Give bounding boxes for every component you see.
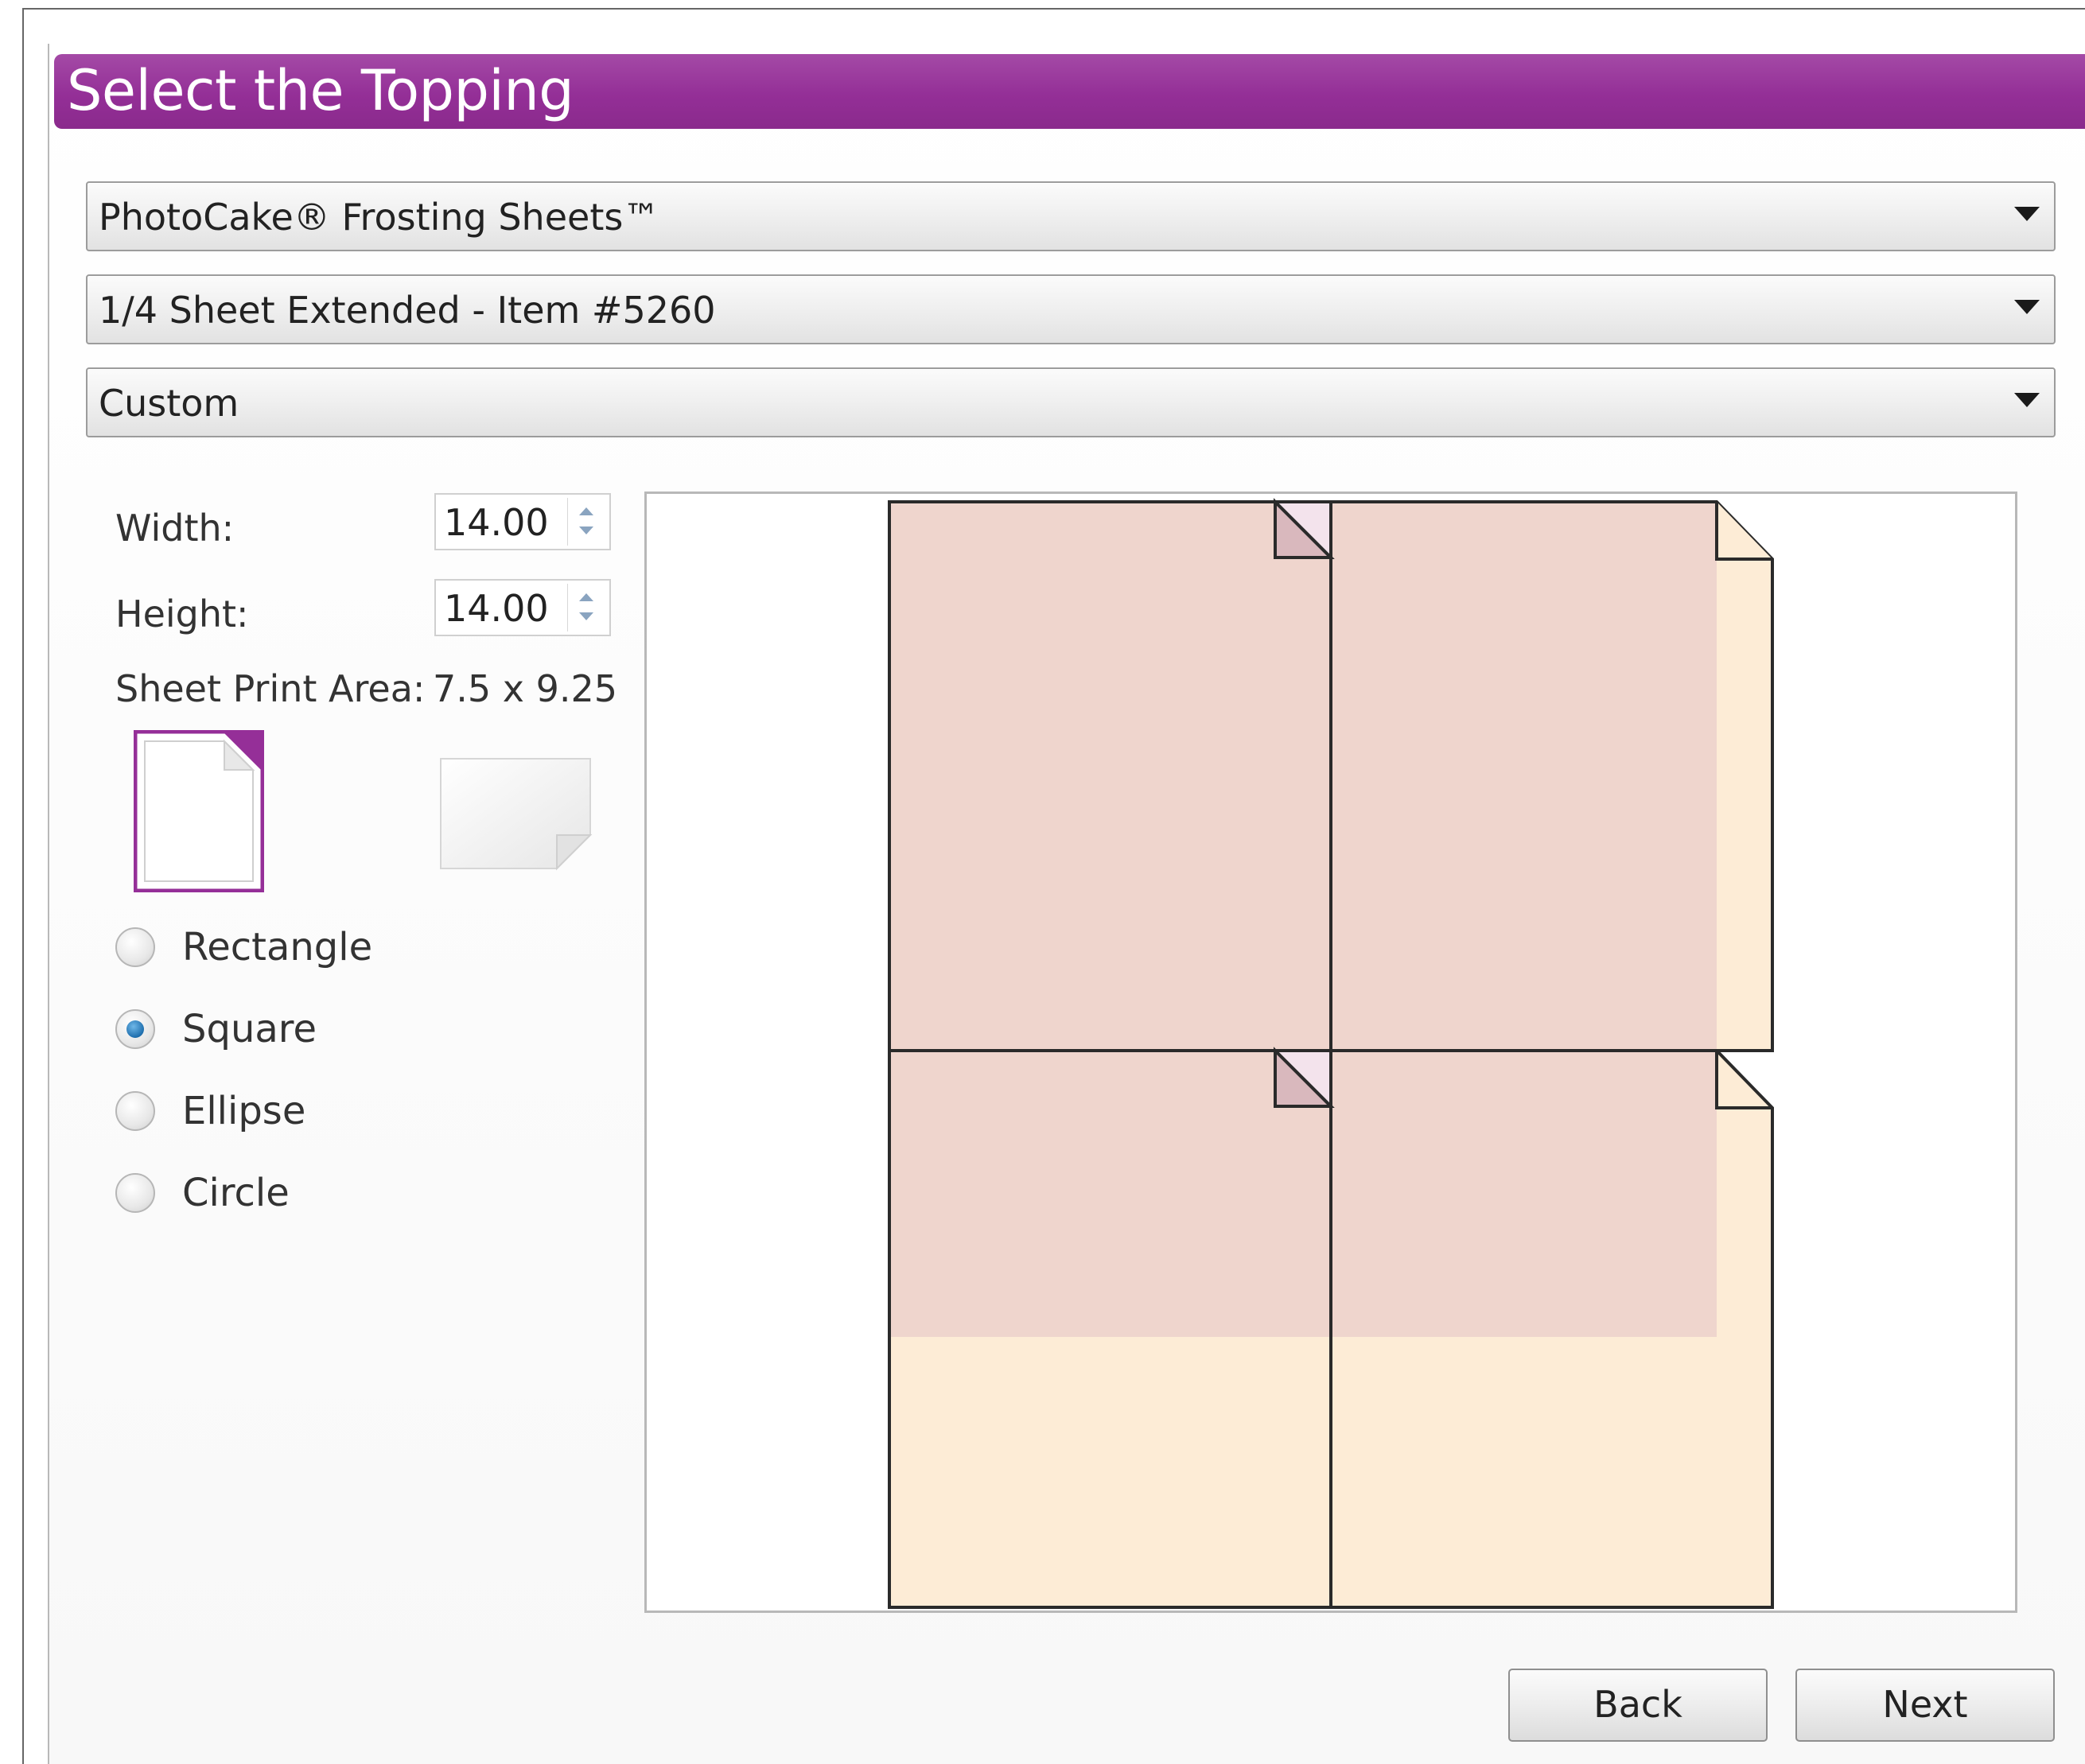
circle-radio[interactable] [115, 1173, 155, 1213]
chevron-down-icon [2014, 207, 2040, 221]
ellipse-radio[interactable] [115, 1091, 155, 1131]
width-stepper[interactable]: 14.00 [434, 493, 611, 550]
portrait-page-icon [133, 729, 265, 893]
rectangle-radio[interactable] [115, 927, 155, 967]
width-value: 14.00 [444, 501, 549, 544]
template-dropdown-value: Custom [99, 382, 239, 425]
sheet-size-dropdown[interactable]: 1/4 Sheet Extended - Item #5260 [86, 274, 2056, 344]
height-label: Height: [115, 593, 249, 635]
height-spin-buttons[interactable] [567, 584, 606, 631]
spin-down-icon[interactable] [579, 612, 593, 620]
spin-up-icon[interactable] [579, 593, 593, 601]
title-bar: Select the Topping [54, 54, 2085, 129]
print-area-overlay [889, 502, 1717, 1337]
circle-label: Circle [182, 1171, 290, 1215]
width-label: Width: [115, 507, 235, 550]
height-stepper[interactable]: 14.00 [434, 579, 611, 636]
rectangle-label: Rectangle [182, 925, 373, 969]
spin-up-icon[interactable] [579, 507, 593, 515]
height-value: 14.00 [444, 587, 549, 630]
ellipse-label: Ellipse [182, 1089, 306, 1133]
square-label: Square [182, 1007, 317, 1051]
page-title: Select the Topping [67, 58, 574, 123]
topping-preview-canvas [644, 492, 2017, 1613]
product-dropdown-value: PhotoCake® Frosting Sheets™ [99, 196, 660, 239]
chevron-down-icon [2014, 300, 2040, 314]
print-area-label: Sheet Print Area: [115, 667, 426, 710]
width-spin-buttons[interactable] [567, 498, 606, 546]
landscape-page-icon [440, 758, 593, 871]
back-button[interactable]: Back [1508, 1669, 1768, 1742]
sheet-size-dropdown-value: 1/4 Sheet Extended - Item #5260 [99, 289, 716, 332]
product-dropdown[interactable]: PhotoCake® Frosting Sheets™ [86, 181, 2056, 251]
sheet-layout-preview [888, 498, 1774, 1609]
portrait-orientation-option[interactable] [133, 729, 265, 893]
landscape-orientation-option[interactable] [438, 756, 593, 873]
spin-down-icon[interactable] [579, 526, 593, 534]
square-radio[interactable] [115, 1009, 155, 1049]
template-dropdown[interactable]: Custom [86, 367, 2056, 437]
next-button[interactable]: Next [1795, 1669, 2055, 1742]
print-area-value: 7.5 x 9.25 [433, 667, 618, 710]
chevron-down-icon [2014, 393, 2040, 407]
